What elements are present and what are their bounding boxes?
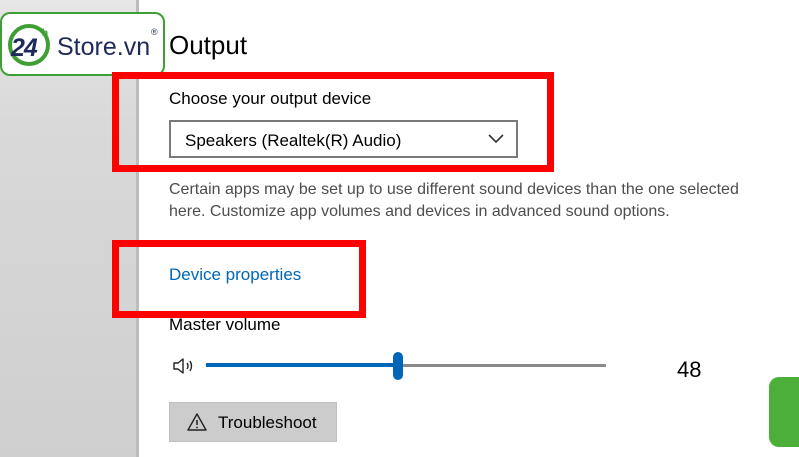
floating-side-tab[interactable] [769,377,799,447]
slider-thumb[interactable] [393,352,403,380]
master-volume-slider[interactable] [206,352,606,380]
slider-fill [206,363,398,367]
output-description: Certain apps may be set up to use differ… [169,181,739,220]
speaker-icon[interactable] [172,356,196,376]
logo-number: 24 [11,34,38,62]
logo-brand: Store.vn [57,33,151,61]
logo-registered-mark: ® [151,27,158,37]
logo-superscript: h [42,28,49,39]
highlight-box-device-properties [112,240,366,318]
master-volume-label: Master volume [169,315,281,334]
troubleshoot-button[interactable]: Troubleshoot [169,402,337,442]
volume-value: 48 [677,357,702,382]
watermark-logo: 24 h Store.vn ® [0,12,165,76]
page-title: Output [169,30,248,60]
troubleshoot-label: Troubleshoot [218,413,317,432]
highlight-box-output-device [112,72,554,172]
warning-icon [187,413,207,431]
